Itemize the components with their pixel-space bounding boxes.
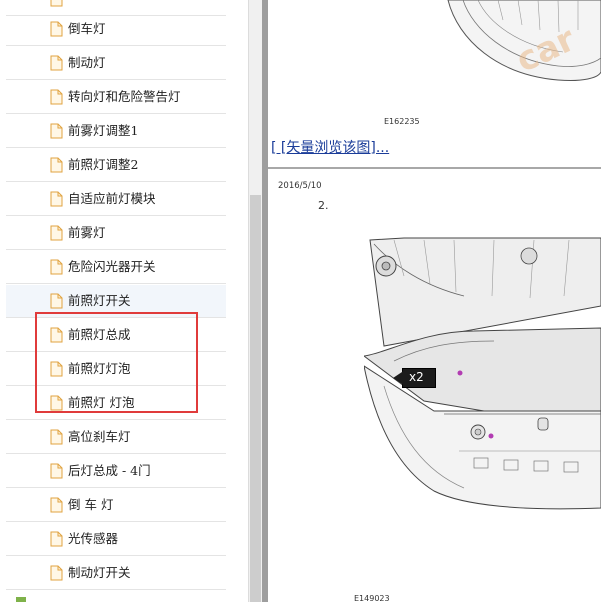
sidebar-item-label: 自适应前灯模块 <box>68 191 156 206</box>
fastener-dot <box>488 433 494 439</box>
sidebar-item[interactable]: 危险闪光器开关 <box>6 251 226 284</box>
document-icon <box>50 531 63 547</box>
vector-view-link[interactable]: [ [矢量浏览该图]... <box>271 137 389 157</box>
sidebar-item-label: 前照灯调整2 <box>68 157 139 172</box>
figure-1-id: E162235 <box>384 117 420 126</box>
sidebar-item[interactable]: 高位刹车灯 <box>6 421 226 454</box>
arrow-left-icon <box>393 370 405 386</box>
step-number: 2. <box>318 199 329 212</box>
highlight-box <box>35 312 198 413</box>
scroll-thumb[interactable] <box>250 195 261 602</box>
sidebar-item[interactable]: 后灯总成 - 4门 <box>6 455 226 488</box>
sidebar-item-label: 前照灯开关 <box>68 293 131 308</box>
document-icon <box>50 0 63 7</box>
sidebar-item[interactable]: 制动灯 <box>6 47 226 80</box>
sidebar-item[interactable]: 倒 车 灯 <box>6 489 226 522</box>
document-icon <box>50 463 63 479</box>
document-icon <box>50 293 63 309</box>
sidebar-item-label: 倒 车 灯 <box>68 497 114 512</box>
sidebar-item[interactable]: 前照灯调整2 <box>6 149 226 182</box>
document-icon <box>50 89 63 105</box>
sidebar-item-label: 前雾灯调整1 <box>68 123 139 138</box>
sidebar-item[interactable]: 自适应前灯模块 <box>6 183 226 216</box>
document-icon <box>50 191 63 207</box>
sidebar-item-label: 后灯总成 - 4门 <box>68 463 151 478</box>
document-icon <box>50 21 63 37</box>
step-date: 2016/5/10 <box>278 181 322 191</box>
document-icon <box>50 123 63 139</box>
sidebar-item[interactable]: 前雾灯 <box>6 217 226 250</box>
document-icon <box>50 157 63 173</box>
sidebar-item[interactable]: 前雾灯调整1 <box>6 115 226 148</box>
document-icon <box>50 225 63 241</box>
folder-icon-partial <box>16 597 26 602</box>
section-divider <box>268 167 601 169</box>
figure-1-illustration: car <box>447 0 601 81</box>
sidebar-item-label: 光传感器 <box>68 531 119 546</box>
sidebar-item[interactable]: 光传感器 <box>6 523 226 556</box>
sidebar-item-label: 高位刹车灯 <box>68 429 131 444</box>
fastener-dot <box>457 370 463 376</box>
sidebar-item-label: 危险闪光器开关 <box>68 259 156 274</box>
content-pane: car E162235 [ [矢量浏览该图]... 2016/5/10 2. x… <box>268 0 601 602</box>
quantity-callout: x2 <box>393 368 436 388</box>
figure-2-id: E149023 <box>354 594 390 602</box>
callout-text: x2 <box>409 370 424 384</box>
document-icon <box>50 565 63 581</box>
sidebar-item-label: 倒车灯 <box>68 21 106 36</box>
sidebar-item-label: 制动灯开关 <box>68 565 131 580</box>
sidebar-item[interactable]: 倒车灯 <box>6 13 226 46</box>
document-icon <box>50 497 63 513</box>
sidebar-tree: 倒车灯 制动灯 转向灯和危险警告灯 前雾灯调整1 前照灯调整2 自适应前灯模块 … <box>0 0 248 602</box>
sidebar-item[interactable]: 转向灯和危险警告灯 <box>6 81 226 114</box>
document-icon <box>50 55 63 71</box>
document-icon <box>50 429 63 445</box>
document-icon <box>50 259 63 275</box>
sidebar-scrollbar[interactable] <box>248 0 262 602</box>
sidebar-item-label: 前雾灯 <box>68 225 106 240</box>
sidebar-item[interactable]: 制动灯开关 <box>6 557 226 590</box>
sidebar-item-label: 制动灯 <box>68 55 106 70</box>
sidebar-item-label: 转向灯和危险警告灯 <box>68 89 181 104</box>
